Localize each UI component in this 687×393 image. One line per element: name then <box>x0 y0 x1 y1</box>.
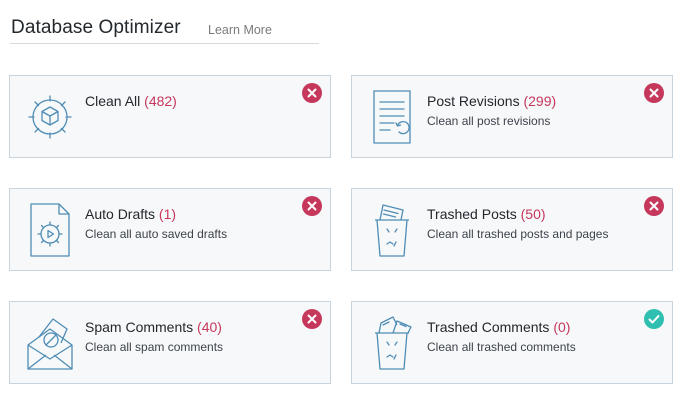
card-count: (0) <box>553 319 571 335</box>
close-icon <box>307 314 317 324</box>
card-title: Spam Comments (40) <box>85 319 222 335</box>
card-count: (482) <box>144 93 177 109</box>
optimizer-card-post-revisions[interactable]: Post Revisions (299) Clean all post revi… <box>351 75 673 158</box>
card-description: Clean all trashed comments <box>427 340 576 354</box>
card-count: (50) <box>520 206 546 222</box>
trash-posts-icon <box>375 204 409 257</box>
optimizer-card-trashed-posts[interactable]: Trashed Posts (50) Clean all trashed pos… <box>351 188 673 271</box>
card-description: Clean all trashed posts and pages <box>427 227 609 241</box>
card-title: Trashed Comments (0) <box>427 319 570 335</box>
card-name: Post Revisions <box>427 93 520 109</box>
card-count: (299) <box>523 93 557 109</box>
card-count: (1) <box>158 206 177 222</box>
spam-envelope-icon <box>27 318 73 370</box>
card-title: Trashed Posts (50) <box>427 206 546 222</box>
card-title: Post Revisions (299) <box>427 93 556 109</box>
trash-comments-icon <box>375 316 412 370</box>
status-error-badge <box>302 196 322 216</box>
card-description: Clean all auto saved drafts <box>85 227 228 241</box>
checkmark-icon <box>648 315 660 324</box>
card-description: Clean all post revisions <box>427 114 551 128</box>
optimizer-card-auto-drafts[interactable]: Auto Drafts (1) Clean all auto saved dra… <box>9 188 331 271</box>
document-gear-icon <box>30 203 70 257</box>
close-icon <box>307 201 317 211</box>
optimizer-card-spam-comments[interactable]: Spam Comments (40) Clean all spam commen… <box>9 301 331 384</box>
card-title: Auto Drafts (1) <box>85 206 176 222</box>
optimizer-card-clean-all[interactable]: Clean All (482) <box>9 75 331 158</box>
section-header: Database Optimizer Learn More <box>10 14 319 44</box>
close-icon <box>649 88 659 98</box>
status-error-badge <box>644 196 664 216</box>
page-title: Database Optimizer <box>11 17 181 38</box>
gear-cube-icon <box>28 95 72 139</box>
optimizer-card-trashed-comments[interactable]: Trashed Comments (0) Clean all trashed c… <box>351 301 673 384</box>
status-ok-badge <box>644 309 664 329</box>
close-icon <box>649 201 659 211</box>
status-error-badge <box>644 83 664 103</box>
card-name: Auto Drafts <box>85 206 156 222</box>
status-error-badge <box>302 309 322 329</box>
card-name: Trashed Comments <box>427 319 550 335</box>
learn-more-link[interactable]: Learn More <box>208 23 272 37</box>
document-refresh-icon <box>373 90 411 144</box>
close-icon <box>307 88 317 98</box>
card-title: Clean All (482) <box>85 93 177 109</box>
card-name: Spam Comments <box>85 319 194 335</box>
card-description: Clean all spam comments <box>85 340 224 354</box>
card-name: Clean All <box>85 93 141 109</box>
status-error-badge <box>302 83 322 103</box>
card-count: (40) <box>197 319 222 335</box>
card-name: Trashed Posts <box>427 206 517 222</box>
